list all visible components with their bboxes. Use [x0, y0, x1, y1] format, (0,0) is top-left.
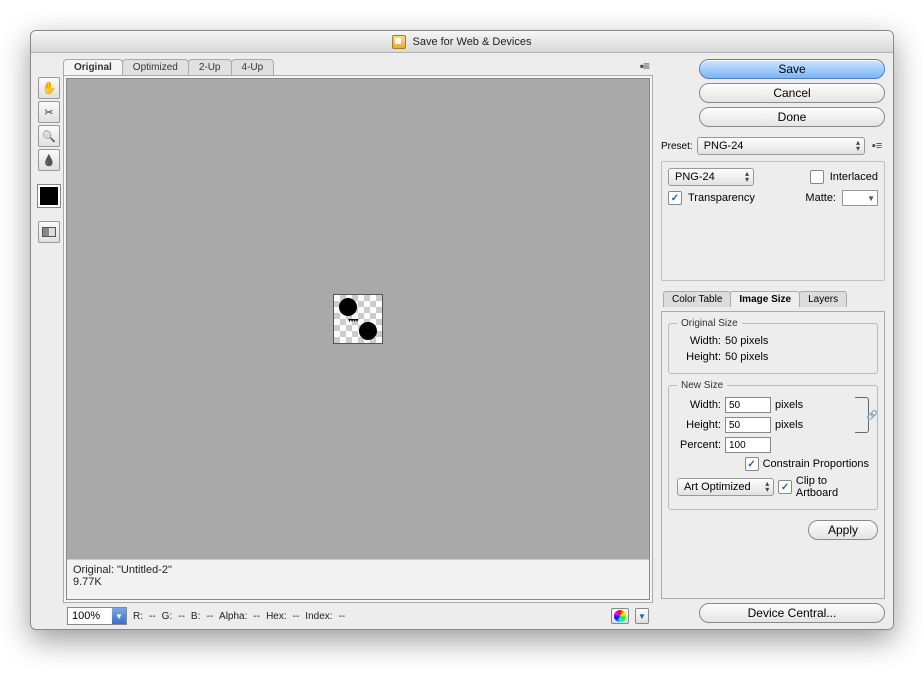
status-g-label: G: [162, 611, 173, 622]
new-width-unit: pixels [775, 399, 803, 411]
transparency-checkbox[interactable] [668, 191, 682, 205]
format-select[interactable]: PNG-24 ▴▾ [668, 168, 754, 186]
tab-layers[interactable]: Layers [799, 291, 847, 307]
status-hex-label: Hex: [266, 611, 287, 622]
percent-label: Percent: [677, 439, 721, 451]
preview-menu-icon[interactable]: ▪≡ [640, 59, 649, 73]
zoom-icon [42, 130, 56, 143]
quality-value: Art Optimized [684, 481, 751, 493]
orig-width-value: 50 pixels [725, 335, 768, 347]
original-name-label: Original: "Untitled-2" [73, 564, 643, 576]
eyedropper-color-swatch[interactable] [38, 185, 60, 207]
orig-height-label: Height: [677, 351, 721, 363]
new-height-label: Height: [677, 419, 721, 431]
new-height-input[interactable] [725, 417, 771, 433]
browser-icon [614, 610, 626, 622]
preset-menu-icon[interactable]: ▪≡ [869, 139, 885, 153]
tab-color-table[interactable]: Color Table [663, 291, 731, 307]
new-size-group: New Size Width: pixels Height: pi [668, 380, 878, 510]
view-tabs: Original Optimized 2-Up 4-Up ▪≡ [63, 57, 653, 75]
format-value: PNG-24 [675, 171, 715, 183]
clip-to-artboard-checkbox[interactable] [778, 480, 792, 494]
window-title: Save for Web & Devices [412, 36, 531, 48]
status-alpha-label: Alpha: [219, 611, 247, 622]
preset-label: Preset: [661, 141, 693, 152]
eyedropper-tool[interactable] [38, 149, 60, 171]
constrain-proportions-checkbox[interactable] [745, 457, 759, 471]
matte-select[interactable]: ▼ [842, 190, 878, 206]
original-size-label: 9.77K [73, 576, 643, 588]
dropdown-arrow-icon: ▼ [112, 608, 126, 624]
interlaced-label: Interlaced [830, 171, 878, 183]
toggle-slices-visibility[interactable] [38, 221, 60, 243]
status-r-value: -- [149, 611, 156, 622]
updown-arrow-icon: ▴▾ [856, 140, 860, 152]
titlebar: Save for Web & Devices [31, 31, 893, 53]
app-icon [392, 35, 406, 49]
zoom-value: 100% [72, 610, 100, 622]
tab-image-size[interactable]: Image Size [730, 291, 800, 307]
status-alpha-value: -- [253, 611, 260, 622]
clip-label: Clip to Artboard [796, 475, 869, 499]
new-size-legend: New Size [677, 380, 727, 391]
device-central-button[interactable]: Device Central... [699, 603, 885, 623]
zoom-tool[interactable] [38, 125, 60, 147]
toolbar [37, 75, 61, 603]
status-b-label: B: [191, 611, 200, 622]
save-button[interactable]: Save [699, 59, 885, 79]
preview-info: Original: "Untitled-2" 9.77K [67, 559, 649, 599]
status-b-value: -- [206, 611, 213, 622]
zoom-select[interactable]: 100% ▼ [67, 607, 127, 625]
artwork-preview: ▾▾▾▾ [333, 294, 383, 344]
hand-icon [42, 81, 57, 95]
tab-2up[interactable]: 2-Up [188, 59, 232, 75]
apply-button[interactable]: Apply [808, 520, 878, 540]
cancel-button[interactable]: Cancel [699, 83, 885, 103]
orig-height-value: 50 pixels [725, 351, 768, 363]
status-r-label: R: [133, 611, 143, 622]
hand-tool[interactable] [38, 77, 60, 99]
transparency-label: Transparency [688, 192, 755, 204]
status-g-value: -- [178, 611, 185, 622]
tab-optimized[interactable]: Optimized [122, 59, 189, 75]
orig-width-label: Width: [677, 335, 721, 347]
slice-select-tool[interactable] [38, 101, 60, 123]
matte-label: Matte: [805, 192, 836, 204]
panel-tabs: Color Table Image Size Layers [663, 291, 885, 307]
tab-original[interactable]: Original [63, 59, 123, 75]
original-size-legend: Original Size [677, 318, 742, 329]
constrain-link-icon [855, 397, 869, 433]
tab-4up[interactable]: 4-Up [231, 59, 275, 75]
updown-arrow-icon: ▴▾ [745, 171, 749, 183]
new-width-input[interactable] [725, 397, 771, 413]
status-index-value: -- [339, 611, 346, 622]
browser-menu-button[interactable]: ▼ [635, 608, 649, 624]
slice-icon [44, 106, 53, 119]
constrain-label: Constrain Proportions [763, 458, 869, 470]
chevron-down-icon: ▼ [638, 612, 646, 621]
status-hex-value: -- [293, 611, 300, 622]
preset-select[interactable]: PNG-24 ▴▾ [697, 137, 865, 155]
original-size-group: Original Size Width: 50 pixels Height: 50 … [668, 318, 878, 374]
done-button[interactable]: Done [699, 107, 885, 127]
new-height-unit: pixels [775, 419, 803, 431]
status-index-label: Index: [305, 611, 332, 622]
status-bar: 100% ▼ R: -- G: -- B: -- Alpha: -- Hex: … [63, 605, 653, 627]
new-width-label: Width: [677, 399, 721, 411]
format-options-group: PNG-24 ▴▾ Interlaced Transparency Matte:… [661, 161, 885, 281]
chevron-down-icon: ▼ [867, 194, 875, 203]
image-size-panel: Original Size Width: 50 pixels Height: 50 … [661, 311, 885, 599]
interlaced-checkbox[interactable] [810, 170, 824, 184]
preset-value: PNG-24 [704, 140, 744, 152]
preview-area[interactable]: ▾▾▾▾ Original: "Untitled-2" 9.77K [66, 78, 650, 600]
percent-input[interactable] [725, 437, 771, 453]
quality-select[interactable]: Art Optimized ▴▾ [677, 478, 774, 496]
save-for-web-dialog: Save for Web & Devices Original Optimize… [30, 30, 894, 630]
eyedropper-icon [42, 154, 56, 167]
updown-arrow-icon: ▴▾ [765, 481, 769, 493]
preview-in-browser-button[interactable] [611, 608, 629, 624]
